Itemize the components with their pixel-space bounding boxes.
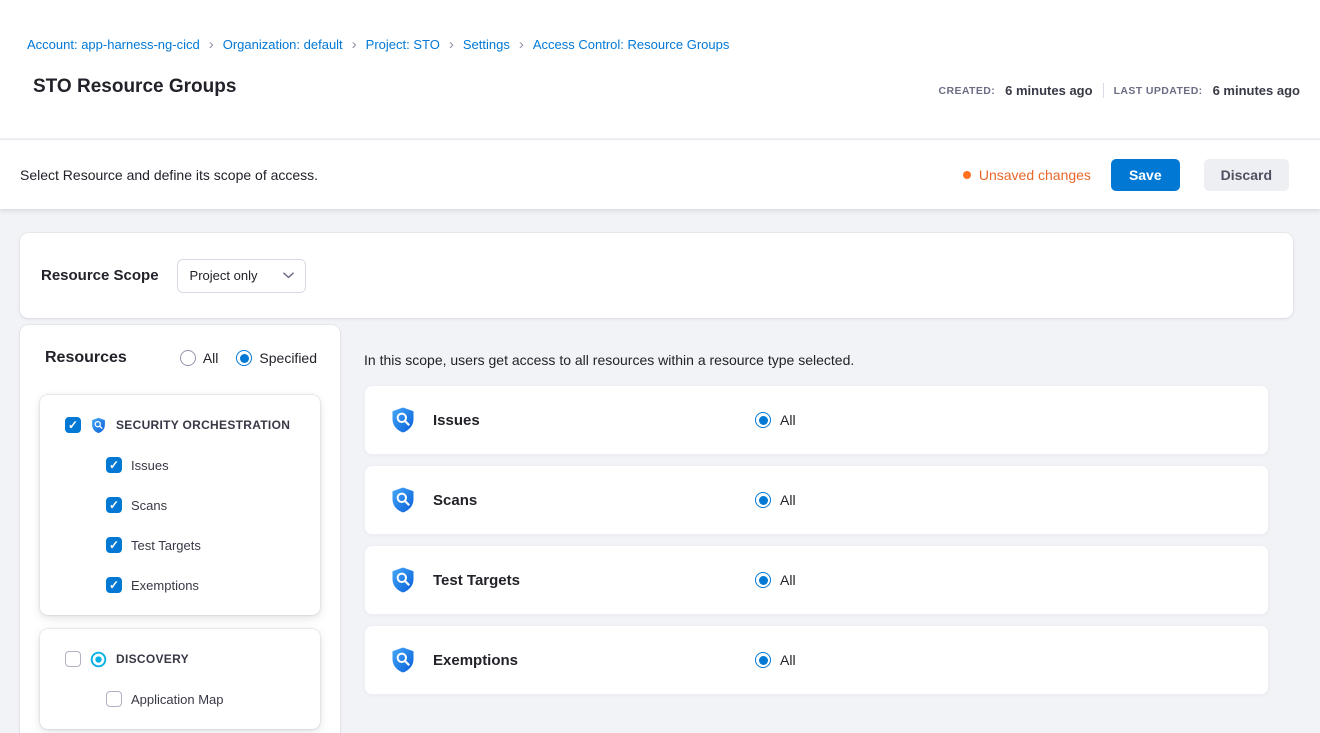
resource-row-label: Exemptions	[433, 652, 755, 669]
sto-shield-icon	[90, 417, 107, 434]
resource-checkbox-row-scans[interactable]: Scans	[40, 485, 320, 525]
group-checkbox[interactable]	[65, 417, 81, 433]
radio-specified-icon[interactable]	[236, 350, 252, 366]
radio-all-icon[interactable]	[180, 350, 196, 366]
radio-all-icon[interactable]	[755, 492, 771, 508]
group-header-row[interactable]: SECURITY ORCHESTRATION	[40, 405, 320, 445]
resource-access-list: Issues All Scans	[364, 385, 1269, 695]
issues-checkbox[interactable]	[106, 457, 122, 473]
created-value: 6 minutes ago	[1005, 83, 1092, 98]
scans-checkbox-label: Scans	[131, 498, 167, 513]
resource-group-security-orchestration: SECURITY ORCHESTRATION Issues Scans Test…	[40, 395, 320, 615]
radio-all-icon[interactable]	[755, 412, 771, 428]
actions-toolbar: Select Resource and define its scope of …	[0, 140, 1320, 209]
breadcrumb-chevron-icon	[209, 37, 214, 52]
radio-option-all[interactable]: All	[180, 350, 219, 366]
breadcrumb: Account: app-harness-ng-cicd Organizatio…	[27, 37, 729, 52]
radio-all-icon[interactable]	[755, 572, 771, 588]
resource-access-row-scans: Scans All	[364, 465, 1269, 535]
issues-checkbox-label: Issues	[131, 458, 169, 473]
unsaved-changes-label: Unsaved changes	[979, 167, 1091, 183]
content-row: Resources All Specified	[20, 325, 1293, 733]
save-button[interactable]: Save	[1111, 159, 1180, 191]
resource-row-label: Test Targets	[433, 572, 755, 589]
resource-row-label: Scans	[433, 492, 755, 509]
access-all-label: All	[780, 652, 796, 668]
resource-access-row-issues: Issues All	[364, 385, 1269, 455]
discard-button[interactable]: Discard	[1204, 159, 1289, 191]
breadcrumb-project-link[interactable]: Project: STO	[366, 37, 440, 52]
created-label: CREATED:	[938, 85, 995, 97]
resource-checkbox-row-issues[interactable]: Issues	[40, 445, 320, 485]
resource-access-row-test-targets: Test Targets All	[364, 545, 1269, 615]
resources-filter-radios: All Specified	[180, 350, 317, 366]
resource-checkbox-row-exemptions[interactable]: Exemptions	[40, 565, 320, 605]
resources-title: Resources	[45, 349, 127, 367]
meta-divider	[1103, 83, 1104, 98]
radio-specified-label: Specified	[259, 350, 317, 366]
resource-row-label: Issues	[433, 412, 755, 429]
breadcrumb-chevron-icon	[449, 37, 454, 52]
breadcrumb-account-link[interactable]: Account: app-harness-ng-cicd	[27, 37, 200, 52]
resources-panel-header: Resources All Specified	[40, 349, 320, 367]
page-header: Account: app-harness-ng-cicd Organizatio…	[0, 0, 1320, 138]
resource-scope-card: Resource Scope Project only	[20, 233, 1293, 318]
resource-checkbox-row-application-map[interactable]: Application Map	[40, 679, 320, 719]
resource-scope-selected-value: Project only	[190, 268, 258, 283]
scope-detail: In this scope, users get access to all r…	[364, 325, 1293, 705]
access-radio-all[interactable]: All	[755, 492, 796, 508]
access-radio-all[interactable]: All	[755, 652, 796, 668]
resource-scope-select[interactable]: Project only	[177, 259, 306, 293]
group-name: SECURITY ORCHESTRATION	[116, 418, 290, 432]
discovery-icon	[90, 651, 107, 668]
breadcrumb-resource-groups-link[interactable]: Access Control: Resource Groups	[533, 37, 730, 52]
discovery-group-checkbox[interactable]	[65, 651, 81, 667]
unsaved-changes-status: Unsaved changes	[963, 167, 1091, 183]
application-map-checkbox-label: Application Map	[131, 692, 224, 707]
group-header-row[interactable]: DISCOVERY	[40, 639, 320, 679]
toolbar-actions: Unsaved changes Save Discard	[963, 159, 1289, 191]
sto-shield-icon	[389, 486, 417, 514]
chevron-down-icon	[283, 272, 294, 279]
sto-shield-icon	[389, 646, 417, 674]
header-meta: CREATED: 6 minutes ago LAST UPDATED: 6 m…	[938, 83, 1300, 98]
radio-option-specified[interactable]: Specified	[236, 350, 317, 366]
test-targets-checkbox[interactable]	[106, 537, 122, 553]
sto-shield-icon	[389, 566, 417, 594]
scans-checkbox[interactable]	[106, 497, 122, 513]
unsaved-dot-icon	[963, 171, 971, 179]
last-updated-label: LAST UPDATED:	[1114, 85, 1203, 97]
breadcrumb-settings-link[interactable]: Settings	[463, 37, 510, 52]
radio-all-label: All	[203, 350, 219, 366]
toolbar-description: Select Resource and define its scope of …	[20, 167, 318, 183]
resource-group-discovery: DISCOVERY Application Map	[40, 629, 320, 729]
scope-detail-description: In this scope, users get access to all r…	[364, 352, 1269, 369]
resource-access-row-exemptions: Exemptions All	[364, 625, 1269, 695]
resource-groups-page: Account: app-harness-ng-cicd Organizatio…	[0, 0, 1320, 733]
exemptions-checkbox[interactable]	[106, 577, 122, 593]
access-radio-all[interactable]: All	[755, 572, 796, 588]
radio-all-icon[interactable]	[755, 652, 771, 668]
application-map-checkbox[interactable]	[106, 691, 122, 707]
resource-checkbox-row-test-targets[interactable]: Test Targets	[40, 525, 320, 565]
resources-panel: Resources All Specified	[20, 325, 340, 733]
last-updated-value: 6 minutes ago	[1213, 83, 1300, 98]
exemptions-checkbox-label: Exemptions	[131, 578, 199, 593]
access-all-label: All	[780, 572, 796, 588]
sto-shield-icon	[389, 406, 417, 434]
breadcrumb-organization-link[interactable]: Organization: default	[223, 37, 343, 52]
access-all-label: All	[780, 412, 796, 428]
page-title: STO Resource Groups	[33, 76, 236, 98]
breadcrumb-chevron-icon	[352, 37, 357, 52]
resource-scope-label: Resource Scope	[41, 267, 159, 284]
access-radio-all[interactable]: All	[755, 412, 796, 428]
main-content: Resource Scope Project only Resources Al…	[0, 209, 1320, 733]
breadcrumb-chevron-icon	[519, 37, 524, 52]
test-targets-checkbox-label: Test Targets	[131, 538, 201, 553]
group-name: DISCOVERY	[116, 652, 189, 666]
access-all-label: All	[780, 492, 796, 508]
